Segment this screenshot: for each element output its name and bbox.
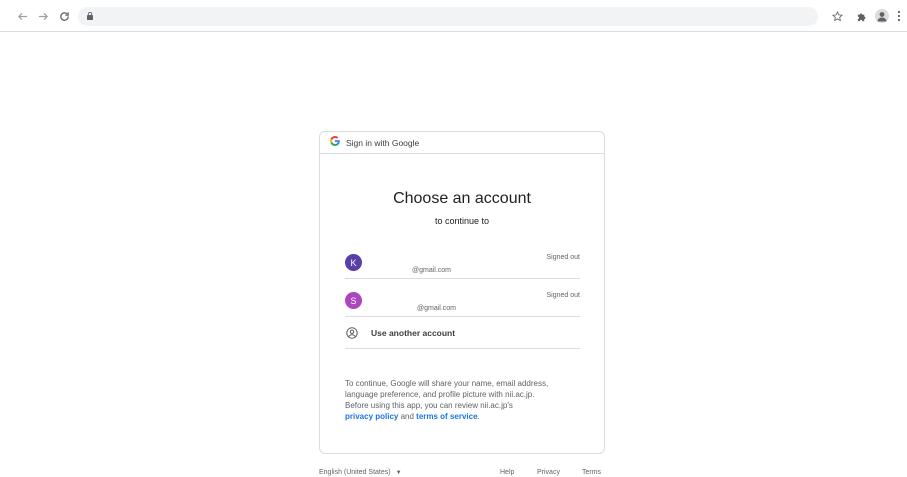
star-icon[interactable] (829, 8, 845, 24)
account-circle-icon (346, 326, 358, 339)
forward-arrow-icon[interactable] (35, 8, 51, 24)
disclaimer-line: To continue, Google will share your name… (345, 379, 549, 388)
account-email: @gmail.com (412, 267, 452, 274)
disclaimer-links-line: privacy policy and terms of service. (345, 411, 590, 422)
use-another-account-button[interactable]: Use another account (345, 317, 580, 349)
disclaimer-period: . (477, 412, 480, 421)
disclaimer-line: Before using this app, you can review ni… (345, 401, 513, 410)
disclaimer-conjunction: and (398, 412, 417, 421)
account-email: @gmail.com (417, 305, 457, 312)
browser-toolbar (0, 0, 907, 32)
use-another-account-label: Use another account (371, 327, 456, 338)
terms-link[interactable]: Terms (582, 469, 601, 476)
terms-of-service-link[interactable]: terms of service (416, 412, 477, 421)
consent-disclaimer: To continue, Google will share your name… (345, 378, 590, 422)
privacy-link[interactable]: Privacy (537, 469, 560, 476)
chevron-down-icon: ▼ (395, 469, 402, 476)
avatar-initial: S (350, 295, 357, 306)
page-subtitle: to continue to (434, 216, 490, 226)
account-chooser-card: Sign in with Google Choose an account to… (319, 131, 605, 454)
card-header: Sign in with Google (320, 132, 604, 154)
avatar: K (345, 254, 362, 271)
disclaimer-line: language preference, and profile picture… (345, 390, 535, 399)
language-selector[interactable]: English (United States) ▼ (319, 469, 402, 476)
address-bar[interactable] (78, 7, 818, 26)
lock-icon (87, 12, 93, 20)
help-link[interactable]: Help (500, 469, 514, 476)
google-logo-icon (329, 136, 340, 149)
account-status: Signed out (546, 292, 580, 299)
puzzle-icon[interactable] (853, 8, 869, 24)
language-label: English (United States) (319, 469, 391, 476)
account-status: Signed out (546, 254, 580, 261)
avatar: S (345, 292, 362, 309)
profile-icon[interactable] (874, 8, 890, 24)
privacy-policy-link[interactable]: privacy policy (345, 412, 398, 421)
page-title: Choose an account (393, 190, 531, 207)
card-header-text: Sign in with Google (346, 137, 420, 148)
account-list: K @gmail.com Signed out S @gmail.com Sig… (345, 241, 580, 349)
kebab-menu-icon[interactable] (891, 8, 907, 24)
account-item[interactable]: K @gmail.com Signed out (345, 241, 580, 279)
back-arrow-icon[interactable] (14, 8, 30, 24)
reload-icon[interactable] (56, 8, 72, 24)
account-item[interactable]: S @gmail.com Signed out (345, 279, 580, 317)
avatar-initial: K (350, 257, 357, 268)
